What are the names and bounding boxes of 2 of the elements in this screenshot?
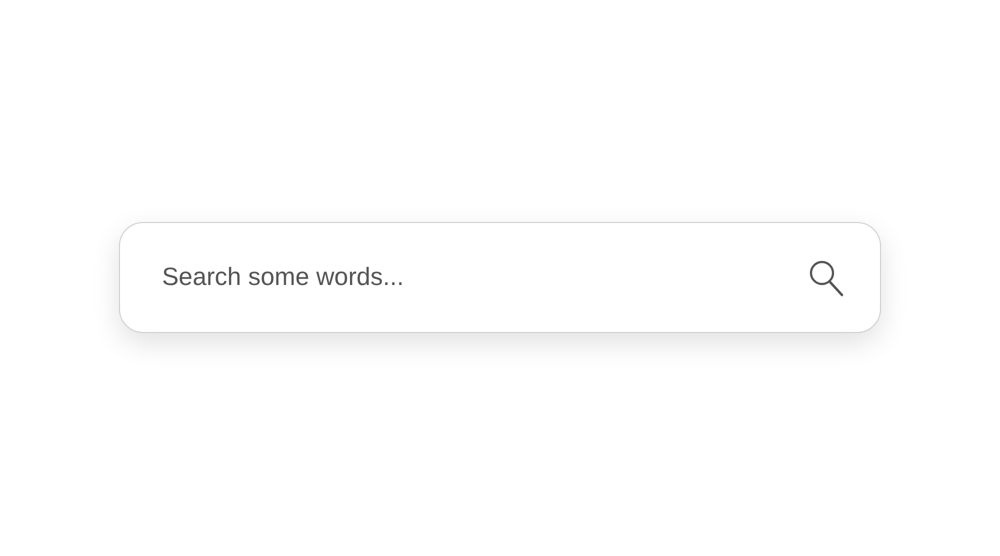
search-field[interactable]: Search some words...: [162, 263, 792, 292]
search-icon[interactable]: [808, 258, 844, 296]
